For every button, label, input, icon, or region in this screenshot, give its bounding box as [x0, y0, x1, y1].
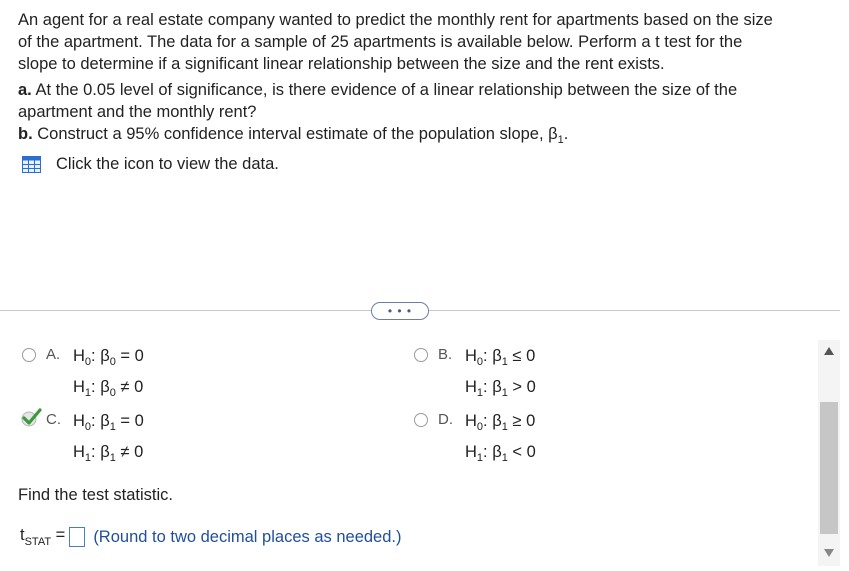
question-intro: An agent for a real estate company wante… — [18, 9, 833, 75]
h1-rel: > 0 — [507, 378, 536, 396]
h0-rel: = 0 — [115, 347, 144, 365]
h1-rel: ≠ 0 — [115, 443, 144, 461]
h1-label: H — [73, 378, 85, 396]
h0-rel: ≥ 0 — [507, 412, 536, 430]
h1-rel: < 0 — [507, 443, 536, 461]
h1-mid: : β — [483, 378, 502, 396]
hypotheses: H0: β0 = 0 H1: β0 ≠ 0 — [73, 344, 144, 406]
checkmark-icon — [21, 408, 42, 427]
h0-mid: : β — [91, 412, 110, 430]
part-b-text: Construct a 95% confidence interval esti… — [32, 125, 558, 143]
option-b[interactable]: B. H0: β1 ≤ 0 H1: β1 > 0 — [414, 344, 536, 406]
part-b-label: b. — [18, 125, 33, 143]
part-a-label: a. — [18, 81, 32, 99]
intro-line: slope to determine if a significant line… — [18, 55, 665, 73]
find-test-statistic: Find the test statistic. — [18, 486, 173, 504]
tstat-row: tSTAT = (Round to two decimal places as … — [20, 526, 402, 548]
h0-rel: ≤ 0 — [507, 347, 536, 365]
view-data-text[interactable]: Click the icon to view the data. — [56, 155, 279, 174]
radio-c-selected[interactable] — [21, 408, 42, 429]
option-letter: D. — [438, 411, 453, 428]
view-data-link[interactable]: Click the icon to view the data. — [22, 155, 279, 174]
scrollbar-thumb[interactable] — [820, 402, 838, 534]
h0-label: H — [73, 347, 85, 365]
option-letter: C. — [46, 411, 61, 428]
hypotheses: H0: β1 ≤ 0 H1: β1 > 0 — [465, 344, 536, 406]
h1-label: H — [465, 443, 477, 461]
radio-a[interactable] — [22, 348, 36, 362]
h1-mid: : β — [483, 443, 502, 461]
intro-line: An agent for a real estate company wante… — [18, 11, 773, 29]
part-a-text-cont: apartment and the monthly rent? — [18, 103, 257, 121]
h0-label: H — [465, 412, 477, 430]
data-table-icon[interactable] — [22, 156, 41, 173]
tstat-input[interactable] — [69, 527, 86, 547]
option-c[interactable]: C. H0: β1 = 0 H1: β1 ≠ 0 — [21, 408, 144, 471]
hypotheses: H0: β1 ≥ 0 H1: β1 < 0 — [465, 409, 536, 471]
hypotheses: H0: β1 = 0 H1: β1 ≠ 0 — [73, 409, 144, 471]
rounding-note: (Round to two decimal places as needed.) — [93, 527, 402, 546]
h0-label: H — [73, 412, 85, 430]
option-d[interactable]: D. H0: β1 ≥ 0 H1: β1 < 0 — [414, 409, 536, 471]
part-a: a. At the 0.05 level of significance, is… — [18, 79, 833, 123]
h1-label: H — [73, 443, 85, 461]
h0-mid: : β — [483, 412, 502, 430]
option-a[interactable]: A. H0: β0 = 0 H1: β0 ≠ 0 — [22, 344, 144, 406]
intro-line: of the apartment. The data for a sample … — [18, 33, 743, 51]
part-a-text: At the 0.05 level of significance, is th… — [31, 81, 738, 99]
radio-b[interactable] — [414, 348, 428, 362]
scroll-up-arrow-icon[interactable] — [823, 346, 835, 356]
h0-rel: = 0 — [115, 412, 144, 430]
tstat-eq: = — [51, 526, 66, 544]
h0-mid: : β — [483, 347, 502, 365]
part-b-end: . — [563, 125, 569, 143]
part-b: b. Construct a 95% confidence interval e… — [18, 123, 833, 151]
option-letter: A. — [46, 346, 61, 363]
radio-d[interactable] — [414, 413, 428, 427]
h0-label: H — [465, 347, 477, 365]
h1-mid: : β — [91, 378, 110, 396]
h1-mid: : β — [91, 443, 110, 461]
option-letter: B. — [438, 346, 453, 363]
more-button[interactable]: • • • — [371, 302, 429, 320]
scroll-down-arrow-icon[interactable] — [823, 548, 835, 558]
h0-mid: : β — [91, 347, 110, 365]
tstat-label: tSTAT = — [20, 526, 66, 548]
h1-label: H — [465, 378, 477, 396]
h1-rel: ≠ 0 — [115, 378, 144, 396]
tstat-sub: STAT — [24, 536, 52, 548]
